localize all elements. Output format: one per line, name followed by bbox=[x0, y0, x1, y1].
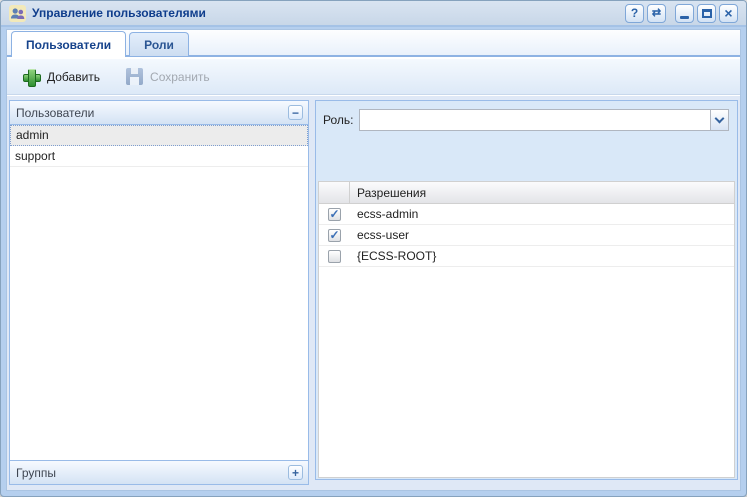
permission-checkbox[interactable]: ✓ bbox=[328, 208, 341, 221]
permission-checkbox[interactable]: ✓ bbox=[328, 229, 341, 242]
tab-users[interactable]: Пользователи bbox=[11, 31, 126, 57]
collapse-users-button[interactable]: − bbox=[288, 105, 303, 120]
help-icon: ? bbox=[631, 7, 638, 19]
user-name: support bbox=[15, 149, 55, 163]
role-combobox-input[interactable] bbox=[360, 110, 710, 130]
role-combobox[interactable] bbox=[359, 109, 729, 131]
groups-panel-header[interactable]: Группы + bbox=[10, 460, 308, 484]
checkbox-column-header[interactable] bbox=[319, 182, 350, 203]
maximize-icon bbox=[702, 9, 712, 18]
user-name: admin bbox=[16, 128, 49, 142]
user-management-window: Управление пользователями ? ⇄ × Пользова… bbox=[0, 0, 747, 497]
permission-row[interactable]: ✓ {ECSS-ROOT} bbox=[319, 246, 734, 267]
permissions-column-label: Разрешения bbox=[357, 186, 426, 200]
refresh-icon: ⇄ bbox=[652, 8, 661, 19]
save-icon bbox=[126, 68, 143, 85]
expand-groups-button[interactable]: + bbox=[288, 465, 303, 480]
collapse-icon: − bbox=[292, 107, 299, 119]
main-area: Пользователи − admin support Группы bbox=[7, 96, 740, 490]
permission-checkbox[interactable]: ✓ bbox=[328, 250, 341, 263]
role-label: Роль: bbox=[323, 113, 359, 127]
save-button[interactable]: Сохранить bbox=[117, 63, 219, 90]
permission-label: ecss-admin bbox=[357, 207, 418, 221]
permission-label: ecss-user bbox=[357, 228, 409, 242]
window-body: Пользователи Роли Добавить Сохранить bbox=[6, 29, 741, 491]
users-panel-title: Пользователи bbox=[16, 106, 94, 120]
permissions-grid: Разрешения ✓ ecss-admin ✓ bbox=[318, 181, 735, 478]
add-button[interactable]: Добавить bbox=[13, 63, 109, 91]
minimize-button[interactable] bbox=[675, 4, 694, 23]
permissions-grid-header: Разрешения bbox=[319, 182, 734, 204]
chevron-down-icon bbox=[715, 113, 725, 123]
permission-label: {ECSS-ROOT} bbox=[357, 249, 436, 263]
tab-strip: Пользователи Роли bbox=[7, 30, 740, 57]
minimize-icon bbox=[680, 16, 689, 19]
expand-icon: + bbox=[292, 467, 299, 479]
permissions-column-header[interactable]: Разрешения bbox=[350, 182, 734, 203]
tab-roles-label: Роли bbox=[144, 38, 174, 52]
save-button-label: Сохранить bbox=[150, 70, 210, 84]
user-list-item-support[interactable]: support bbox=[10, 146, 308, 167]
user-list: admin support bbox=[10, 125, 308, 460]
refresh-button[interactable]: ⇄ bbox=[647, 4, 666, 23]
groups-panel-title: Группы bbox=[16, 466, 56, 480]
help-button[interactable]: ? bbox=[625, 4, 644, 23]
add-button-label: Добавить bbox=[47, 70, 100, 84]
users-panel: Пользователи − admin support Группы bbox=[9, 100, 309, 485]
users-icon bbox=[9, 5, 26, 22]
users-panel-header[interactable]: Пользователи − bbox=[10, 101, 308, 125]
role-field-row: Роль: bbox=[323, 109, 729, 131]
permission-row[interactable]: ✓ ecss-user bbox=[319, 225, 734, 246]
close-icon: × bbox=[724, 6, 732, 20]
maximize-button[interactable] bbox=[697, 4, 716, 23]
role-detail-panel: Роль: Разрешения bbox=[315, 100, 738, 480]
user-list-item-admin[interactable]: admin bbox=[10, 125, 308, 146]
tab-roles[interactable]: Роли bbox=[129, 32, 189, 56]
role-combobox-trigger[interactable] bbox=[710, 110, 728, 130]
window-title: Управление пользователями bbox=[32, 6, 206, 20]
permission-row[interactable]: ✓ ecss-admin bbox=[319, 204, 734, 225]
add-icon bbox=[22, 68, 40, 86]
close-button[interactable]: × bbox=[719, 4, 738, 23]
window-tools: ? ⇄ × bbox=[622, 4, 738, 23]
titlebar[interactable]: Управление пользователями ? ⇄ × bbox=[1, 1, 746, 27]
toolbar: Добавить Сохранить bbox=[7, 59, 740, 95]
tab-users-label: Пользователи bbox=[26, 38, 111, 52]
